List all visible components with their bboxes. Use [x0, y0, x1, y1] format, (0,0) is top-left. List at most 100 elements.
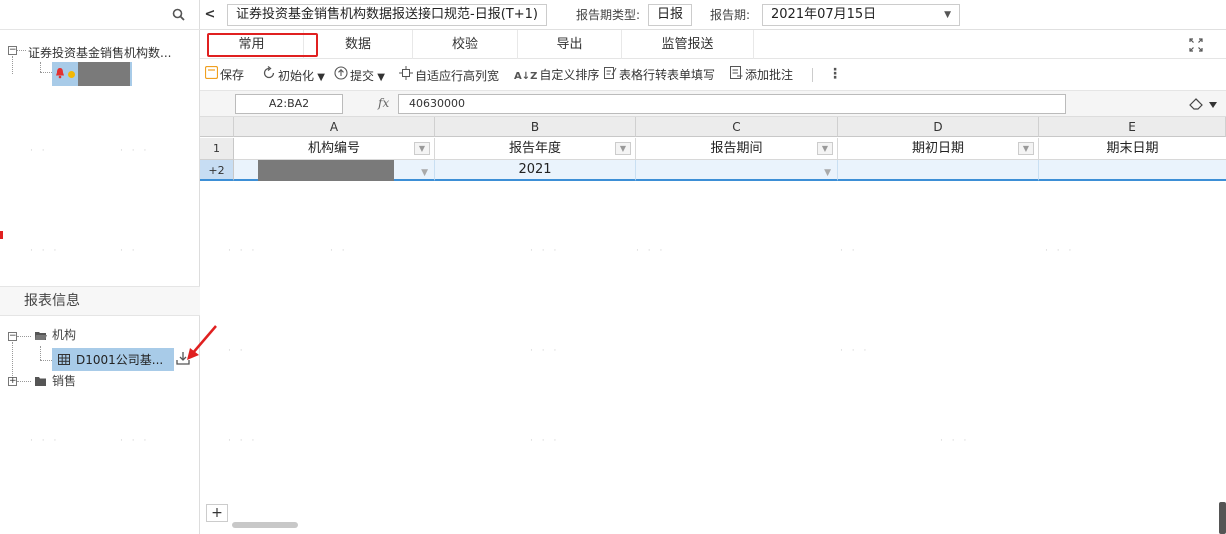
watermark-dots: · · · — [30, 436, 60, 446]
search-icon[interactable] — [171, 7, 187, 23]
header-cell-e[interactable]: 期末日期 — [1039, 138, 1226, 160]
tree-connector — [40, 62, 41, 72]
table-icon — [58, 354, 70, 365]
init-label: 初始化 — [278, 69, 315, 83]
sheet-bar — [200, 520, 1226, 534]
custom-sort-label: 自定义排序 — [539, 68, 600, 82]
header-cell-d[interactable]: 期初日期 ▼ — [838, 138, 1039, 160]
comment-icon — [730, 66, 743, 84]
tree-collapse-icon[interactable]: − — [8, 332, 17, 341]
filter-icon[interactable]: ▼ — [414, 142, 430, 155]
fit-row-col-label: 自适应行高列宽 — [415, 69, 500, 83]
redacted-org-name — [78, 62, 130, 86]
vertical-scrollbar[interactable] — [1219, 502, 1226, 534]
folder-label-sales[interactable]: 销售 — [52, 374, 76, 388]
back-chevron-icon[interactable]: < — [203, 6, 217, 24]
tree-connector — [12, 342, 13, 376]
tree-root-label[interactable]: 证券投资基金销售机构数... — [28, 44, 171, 61]
row-header-2[interactable]: +2 — [200, 160, 234, 181]
watermark-dots: · · — [120, 246, 138, 256]
tab-validate[interactable]: 校验 — [413, 30, 518, 59]
toolbar-divider — [812, 68, 813, 82]
folder-closed-icon — [34, 376, 47, 387]
fullscreen-icon[interactable] — [1188, 37, 1204, 53]
period-select[interactable]: 2021年07月15日 ▼ — [762, 4, 960, 26]
corner-cell[interactable] — [200, 117, 234, 137]
report-item-label[interactable]: D1001公司基... — [76, 352, 163, 368]
column-header-d[interactable]: D — [838, 117, 1039, 137]
header-cell-b[interactable]: 报告年度 ▼ — [435, 138, 636, 160]
fit-size-icon — [399, 66, 413, 85]
add-comment-label: 添加批注 — [745, 68, 794, 82]
filter-icon[interactable]: ▼ — [1018, 142, 1034, 155]
dropdown-caret-icon[interactable]: ▼ — [421, 163, 428, 183]
horizontal-scrollbar[interactable] — [232, 522, 298, 528]
watermark-dots: · · · — [530, 346, 560, 356]
header-cell-c[interactable]: 报告期间 ▼ — [636, 138, 838, 160]
data-cell-e[interactable] — [1039, 160, 1226, 181]
tree-connector — [40, 346, 41, 360]
header-cell-text: 报告年度 — [508, 141, 561, 156]
tab-regulatory-submit[interactable]: 监管报送 — [622, 30, 754, 59]
header-cell-text: 报告期间 — [710, 141, 763, 156]
watermark-dots: · · · — [120, 436, 150, 446]
dropdown-caret-icon: ▼ — [314, 72, 325, 83]
upload-circle-icon — [334, 66, 348, 85]
save-label: 保存 — [220, 68, 245, 82]
fit-row-col-button[interactable]: 自适应行高列宽 — [399, 66, 499, 84]
data-cell-c[interactable]: ▼ — [636, 160, 838, 181]
redacted-org-code — [258, 160, 394, 181]
period-label: 报告期: — [710, 8, 751, 22]
init-button[interactable]: 初始化 ▼ — [262, 65, 325, 85]
tab-data[interactable]: 数据 — [304, 30, 413, 59]
row-to-form-label: 表格行转表单填写 — [619, 68, 716, 82]
tree-collapse-icon[interactable]: − — [8, 46, 17, 55]
eraser-dropdown-icon[interactable] — [1188, 96, 1220, 112]
column-header-b[interactable]: B — [435, 117, 636, 137]
column-header-e[interactable]: E — [1039, 117, 1226, 137]
dropdown-caret-icon[interactable]: ▼ — [824, 163, 831, 183]
cell-reference-box[interactable]: A2:BA2 — [235, 94, 343, 114]
period-type-label: 报告期类型: — [576, 8, 641, 22]
tree-connector — [17, 336, 31, 337]
save-button[interactable]: 保存 — [204, 65, 245, 84]
filter-icon[interactable]: ▼ — [817, 142, 833, 155]
fx-icon: fx — [378, 96, 390, 110]
data-cell-d[interactable] — [838, 160, 1039, 181]
add-comment-button[interactable]: 添加批注 — [730, 66, 793, 84]
watermark-dots: · · — [30, 146, 48, 156]
header-cell-text: 期初日期 — [911, 141, 964, 156]
tab-export[interactable]: 导出 — [518, 30, 622, 59]
watermark-dots: · · · — [636, 246, 666, 256]
filter-icon[interactable]: ▼ — [615, 142, 631, 155]
row-header-1[interactable]: 1 — [200, 138, 234, 160]
period-select-value: 2021年07月15日 — [771, 7, 877, 22]
bell-alert-icon — [55, 67, 65, 79]
watermark-dots: · · · — [940, 436, 970, 446]
tree-connector — [12, 56, 13, 74]
submit-label: 提交 — [350, 69, 375, 83]
tree-expand-icon[interactable]: + — [8, 377, 17, 386]
watermark-dots: · · · — [530, 246, 560, 256]
period-type-value[interactable]: 日报 — [648, 4, 693, 26]
tree-connector — [17, 381, 31, 382]
add-sheet-button[interactable]: + — [206, 504, 228, 522]
column-header-c[interactable]: C — [636, 117, 838, 137]
watermark-dots: · · — [330, 246, 348, 256]
watermark-dots: · · · — [30, 246, 60, 256]
more-vertical-icon[interactable]: ⋮ — [828, 66, 842, 82]
formula-input[interactable]: 40630000 — [398, 94, 1066, 114]
tree-connector — [40, 360, 52, 361]
edit-form-icon — [604, 66, 617, 84]
custom-sort-button[interactable]: A↓Z 自定义排序 — [514, 66, 599, 84]
refresh-icon — [262, 65, 276, 85]
row-to-form-button[interactable]: 表格行转表单填写 — [604, 66, 715, 84]
section-title: 报表信息 — [0, 286, 200, 316]
submit-button[interactable]: 提交 ▼ — [334, 66, 385, 84]
data-cell-b[interactable]: 2021 — [435, 160, 636, 181]
column-header-a[interactable]: A — [234, 117, 435, 137]
header-cell-a[interactable]: 机构编号 ▼ — [234, 138, 435, 160]
report-title-box: 证券投资基金销售机构数据报送接口规范-日报(T+1) — [227, 4, 547, 26]
tree-connector — [17, 50, 26, 51]
folder-label-org[interactable]: 机构 — [52, 328, 76, 342]
